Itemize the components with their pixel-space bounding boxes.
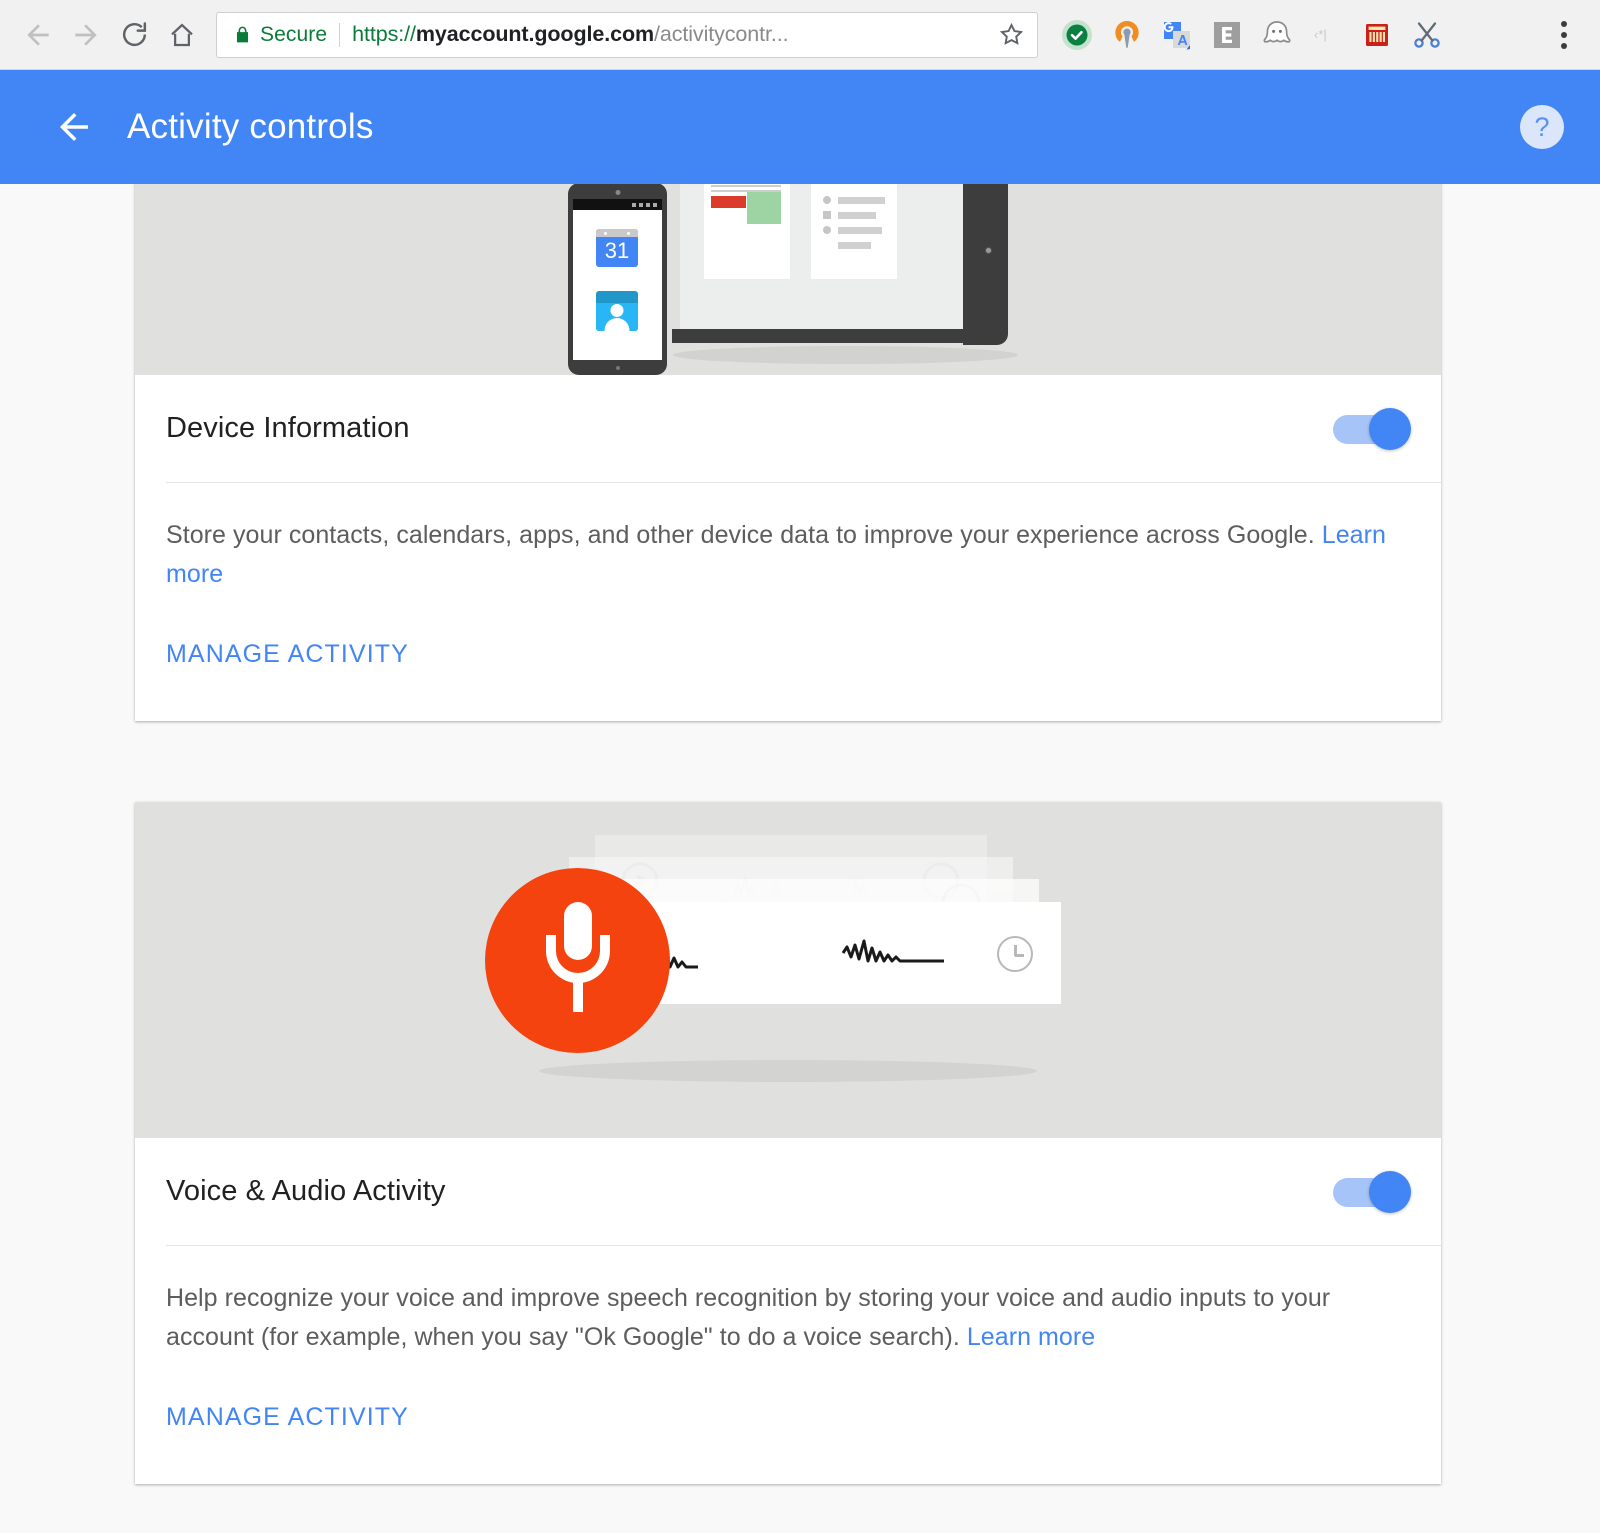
list-line xyxy=(838,242,871,249)
illustration-shadow xyxy=(673,346,1018,364)
browser-forward-button[interactable] xyxy=(62,11,110,59)
voice-audio-activity-toggle[interactable] xyxy=(1333,1170,1411,1213)
scissors-clip-extension-icon[interactable] xyxy=(1402,10,1452,60)
microphone-icon xyxy=(538,902,618,1020)
text-tools-extension-icon[interactable]: ‹*| xyxy=(1302,10,1352,60)
clock-icon xyxy=(997,936,1033,972)
card-title: Voice & Audio Activity xyxy=(166,1175,446,1207)
browser-toolbar: Secure https://myaccount.google.com/acti… xyxy=(0,0,1600,70)
device-information-header: Device Information xyxy=(135,375,1441,482)
phone-home-button xyxy=(615,366,620,370)
phone-device: 31 xyxy=(568,184,667,375)
card-title: Device Information xyxy=(166,412,410,444)
security-status-label: Secure xyxy=(260,22,328,46)
voice-audio-activity-card: Voice & Audio Activity Help recognize yo… xyxy=(135,802,1441,1484)
learn-more-link[interactable]: Learn more xyxy=(967,1323,1095,1351)
document-card-list xyxy=(811,184,897,279)
browser-reload-button[interactable] xyxy=(110,11,158,59)
lock-icon xyxy=(233,23,252,46)
description-text: Store your contacts, calendars, apps, an… xyxy=(166,521,1322,549)
browser-back-button[interactable] xyxy=(14,11,62,59)
contacts-app-icon xyxy=(596,291,638,331)
help-question-icon[interactable]: ? xyxy=(1518,103,1566,151)
card-description: Store your contacts, calendars, apps, an… xyxy=(166,516,1410,594)
card-description: Help recognize your voice and improve sp… xyxy=(166,1279,1410,1357)
app-header: Activity controls ? xyxy=(0,70,1600,184)
document-card-colorful xyxy=(704,184,790,279)
phone-camera-icon xyxy=(615,190,620,195)
illustration-shadow xyxy=(539,1060,1037,1082)
url-path: /activitycontr... xyxy=(654,22,789,46)
devices-illustration: 31 xyxy=(135,184,1441,375)
list-line xyxy=(838,197,885,204)
list-line xyxy=(838,212,876,219)
bullet-dot xyxy=(823,226,831,234)
tablet-camera-icon xyxy=(985,247,992,254)
svg-text:?: ? xyxy=(1534,112,1549,142)
voice-audio-activity-body: Help recognize your voice and improve sp… xyxy=(135,1246,1441,1484)
openvpn-extension-icon[interactable] xyxy=(1102,10,1152,60)
abacus-extension-icon[interactable] xyxy=(1352,10,1402,60)
extension-tray: ‹*| xyxy=(1052,10,1538,60)
evernote-extension-icon[interactable] xyxy=(1202,10,1252,60)
checkmark-shield-extension-icon[interactable] xyxy=(1052,10,1102,60)
page-title: Activity controls xyxy=(127,107,374,146)
star-icon[interactable] xyxy=(998,21,1025,48)
device-information-card: 31 Device Information Store your contact… xyxy=(135,184,1441,721)
laptop-base xyxy=(672,329,988,343)
svg-text:‹*|: ‹*| xyxy=(1314,27,1327,42)
tablet-device xyxy=(963,184,1008,345)
manage-activity-button[interactable]: MANAGE ACTIVITY xyxy=(166,1403,409,1432)
text-line xyxy=(711,185,781,187)
ghostery-extension-icon[interactable] xyxy=(1252,10,1302,60)
calendar-day-number: 31 xyxy=(604,238,630,263)
three-dot-menu-icon[interactable] xyxy=(1542,10,1586,60)
list-line xyxy=(838,227,882,234)
phone-screen: 31 xyxy=(573,210,662,360)
red-block xyxy=(711,196,746,208)
microphone-badge xyxy=(485,868,670,1053)
calendar-app-icon: 31 xyxy=(596,229,638,267)
device-information-toggle[interactable] xyxy=(1333,407,1411,450)
url-scheme: https:// xyxy=(352,22,416,46)
device-information-body: Store your contacts, calendars, apps, an… xyxy=(135,483,1441,721)
phone-status-bar xyxy=(573,199,662,210)
address-bar[interactable]: Secure https://myaccount.google.com/acti… xyxy=(216,11,1038,58)
bullet-dot xyxy=(823,196,831,204)
browser-home-button[interactable] xyxy=(158,11,206,59)
omnibox-divider xyxy=(339,22,341,47)
microphone-waveform-illustration xyxy=(135,802,1441,1138)
toggle-thumb xyxy=(1369,407,1411,450)
activity-controls-page: 31 Device Information Store your contact… xyxy=(0,184,1600,1533)
arrow-back-icon[interactable] xyxy=(50,103,98,151)
manage-activity-button[interactable]: MANAGE ACTIVITY xyxy=(166,640,409,669)
voice-audio-activity-header: Voice & Audio Activity xyxy=(135,1138,1441,1245)
address-bar-url[interactable]: https://myaccount.google.com/activitycon… xyxy=(352,22,988,47)
toggle-thumb xyxy=(1369,1170,1411,1213)
description-text: Help recognize your voice and improve sp… xyxy=(166,1284,1331,1351)
bullet-square xyxy=(823,211,831,219)
url-host: myaccount.google.com xyxy=(415,22,654,46)
google-translate-extension-icon[interactable] xyxy=(1152,10,1202,60)
green-block xyxy=(747,192,781,224)
